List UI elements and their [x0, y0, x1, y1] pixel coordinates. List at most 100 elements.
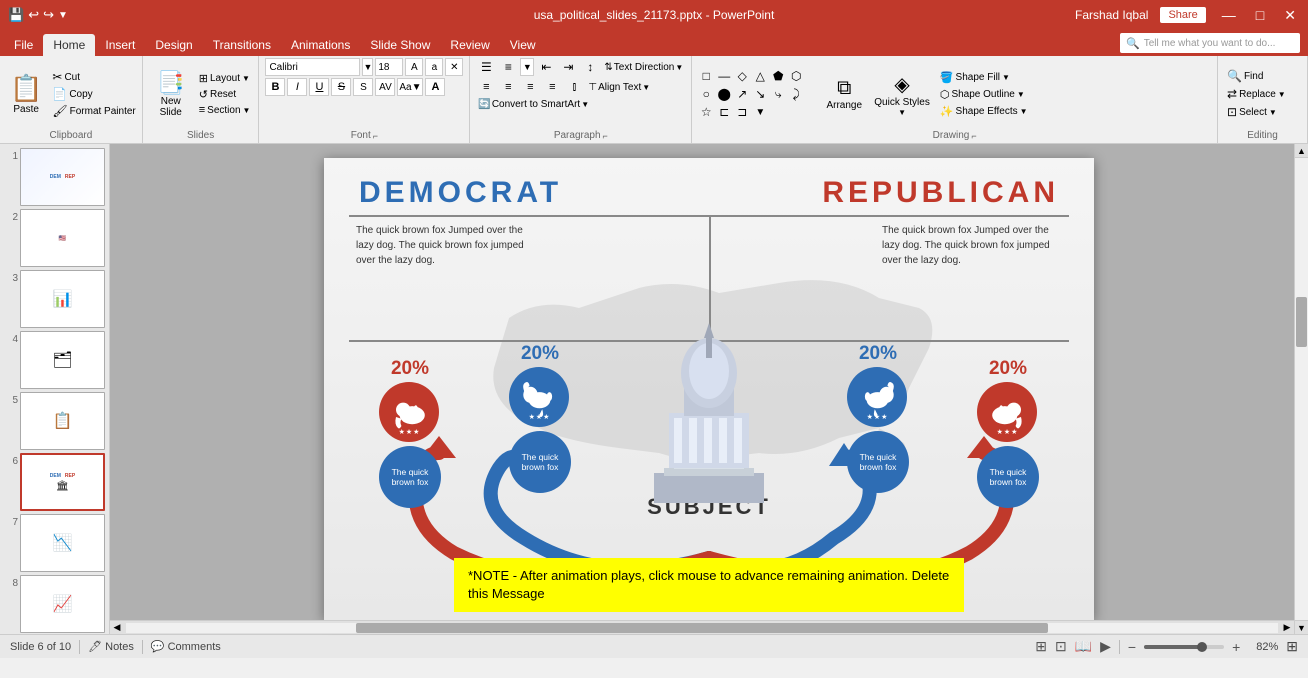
save-icon[interactable]: 💾 [8, 7, 24, 23]
shape-14[interactable]: ⊏ [716, 104, 732, 120]
shape-12[interactable]: ⤸ [788, 86, 804, 102]
shape-outline-button[interactable]: ⬡ Shape Outline ▼ [938, 87, 1030, 102]
shape-3[interactable]: ◇ [734, 68, 750, 84]
col-gap-button[interactable]: ↕ [580, 58, 600, 76]
shape-15[interactable]: ⊐ [734, 104, 750, 120]
maximize-button[interactable]: □ [1252, 7, 1268, 23]
share-button[interactable]: Share [1160, 7, 1205, 23]
reset-button[interactable]: ↺ Reset [197, 87, 253, 102]
numbering-button[interactable]: ≡ [498, 58, 518, 76]
align-right[interactable]: ≡ [520, 78, 540, 96]
slide-thumb-7[interactable]: 7 📉 [4, 514, 105, 572]
zoom-handle[interactable] [1197, 642, 1207, 652]
zoom-out-btn[interactable]: − [1128, 639, 1136, 655]
shape-fill-button[interactable]: 🪣 Shape Fill ▼ [938, 70, 1030, 85]
qat-customize-icon[interactable]: ▼ [58, 10, 68, 21]
shadow-button[interactable]: S [353, 78, 373, 96]
shape-6[interactable]: ⬡ [788, 68, 804, 84]
italic-button[interactable]: I [287, 78, 307, 96]
view-slide-sorter-btn[interactable]: ⊡ [1055, 638, 1067, 655]
slide-thumb-8[interactable]: 8 📈 [4, 575, 105, 633]
slide-thumb-3[interactable]: 3 📊 [4, 270, 105, 328]
shape-gallery-scroll[interactable]: ▼ [752, 104, 768, 120]
tab-view[interactable]: View [500, 34, 546, 56]
zoom-slider[interactable] [1144, 645, 1224, 649]
slide-thumb-2[interactable]: 2 🇺🇸 [4, 209, 105, 267]
shape-9[interactable]: ↗ [734, 86, 750, 102]
scroll-down-btn[interactable]: ▼ [1295, 620, 1308, 634]
slide-thumb-1[interactable]: 1 DEM REP [4, 148, 105, 206]
indent-increase[interactable]: ⇥ [558, 58, 578, 76]
slide-thumb-6[interactable]: 6 DEM REP 🏛 [4, 453, 105, 511]
tab-transitions[interactable]: Transitions [203, 34, 281, 56]
tab-file[interactable]: File [4, 34, 43, 56]
slide-thumb-4[interactable]: 4 🗂 [4, 331, 105, 389]
font-size-input[interactable] [375, 58, 403, 76]
font-expand-icon[interactable]: ⌐ [373, 131, 378, 141]
bold-button[interactable]: B [265, 78, 285, 96]
shape-7[interactable]: ○ [698, 86, 714, 102]
underline-button[interactable]: U [309, 78, 329, 96]
font-family-dropdown[interactable]: ▼ [362, 58, 373, 76]
text-direction-button[interactable]: ⇅ Text Direction ▼ [602, 61, 685, 74]
tab-animations[interactable]: Animations [281, 34, 360, 56]
scroll-left-btn[interactable]: ◀ [110, 621, 124, 635]
shape-11[interactable]: ⤷ [770, 86, 786, 102]
search-bar[interactable]: 🔍 Tell me what you want to do... [1120, 33, 1300, 53]
para-expand-icon[interactable]: ⌐ [603, 131, 608, 141]
char-spacing-button[interactable]: AV [375, 78, 395, 96]
justify-button[interactable]: ≡ [542, 78, 562, 96]
tab-slideshow[interactable]: Slide Show [360, 34, 440, 56]
shape-8[interactable]: ⬤ [716, 86, 732, 102]
tab-review[interactable]: Review [440, 34, 499, 56]
col-button[interactable]: ⫾ [564, 78, 584, 96]
font-case-button[interactable]: Aa▼ [397, 78, 423, 96]
font-color-button[interactable]: A [425, 78, 445, 96]
new-slide-button[interactable]: 📑 New Slide [149, 58, 193, 130]
shape-2[interactable]: — [716, 68, 732, 84]
shape-4[interactable]: △ [752, 68, 768, 84]
align-text-button[interactable]: ⊤ Align Text ▼ [586, 81, 652, 94]
shape-effects-button[interactable]: ✨ Shape Effects ▼ [938, 104, 1030, 119]
arrange-button[interactable]: ⧉ Arrange [822, 75, 866, 113]
section-button[interactable]: ≡ Section ▼ [197, 103, 253, 117]
tab-design[interactable]: Design [145, 34, 202, 56]
convert-smartart-button[interactable]: 🔄 Convert to SmartArt ▼ [476, 98, 591, 111]
align-left[interactable]: ≡ [476, 78, 496, 96]
select-button[interactable]: ⊡ Select ▼ [1224, 104, 1301, 120]
cut-button[interactable]: ✂ Cut [50, 69, 137, 85]
list-dropdown[interactable]: ▼ [520, 58, 534, 76]
notes-button[interactable]: Notes [105, 641, 134, 653]
shape-5[interactable]: ⬟ [770, 68, 786, 84]
indent-decrease[interactable]: ⇤ [536, 58, 556, 76]
shape-13[interactable]: ☆ [698, 104, 714, 120]
paste-button[interactable]: 📋 Paste [4, 58, 48, 130]
bullets-button[interactable]: ☰ [476, 58, 496, 76]
scroll-thumb[interactable] [1296, 297, 1307, 347]
tab-insert[interactable]: Insert [95, 34, 145, 56]
scroll-up-btn[interactable]: ▲ [1295, 144, 1308, 158]
redo-icon[interactable]: ↪ [43, 7, 54, 23]
slide-thumb-5[interactable]: 5 📋 [4, 392, 105, 450]
drawing-expand-icon[interactable]: ⌐ [971, 131, 976, 141]
minimize-button[interactable]: — [1218, 7, 1240, 23]
scroll-right-btn[interactable]: ▶ [1280, 621, 1294, 635]
undo-icon[interactable]: ↩ [28, 7, 39, 23]
view-presentation-btn[interactable]: ▶ [1100, 638, 1111, 655]
quick-styles-button[interactable]: ◈ Quick Styles ▼ [870, 70, 934, 119]
clear-format-button[interactable]: ✕ [445, 58, 463, 76]
view-normal-btn[interactable]: ⊞ [1035, 638, 1047, 655]
align-center[interactable]: ≡ [498, 78, 518, 96]
shape-10[interactable]: ↘ [752, 86, 768, 102]
replace-button[interactable]: ⇄ Replace ▼ [1224, 86, 1301, 102]
font-family-input[interactable] [265, 58, 360, 76]
font-size-decrease[interactable]: a [425, 58, 443, 76]
fit-slide-btn[interactable]: ⊞ [1286, 638, 1298, 655]
comments-button[interactable]: Comments [168, 641, 221, 653]
format-painter-button[interactable]: 🖌 Format Painter [50, 103, 137, 119]
close-button[interactable]: ✕ [1280, 7, 1300, 24]
zoom-in-btn[interactable]: + [1232, 639, 1240, 655]
tab-home[interactable]: Home [43, 34, 95, 56]
shape-1[interactable]: □ [698, 68, 714, 84]
zoom-level[interactable]: 82% [1248, 641, 1278, 653]
